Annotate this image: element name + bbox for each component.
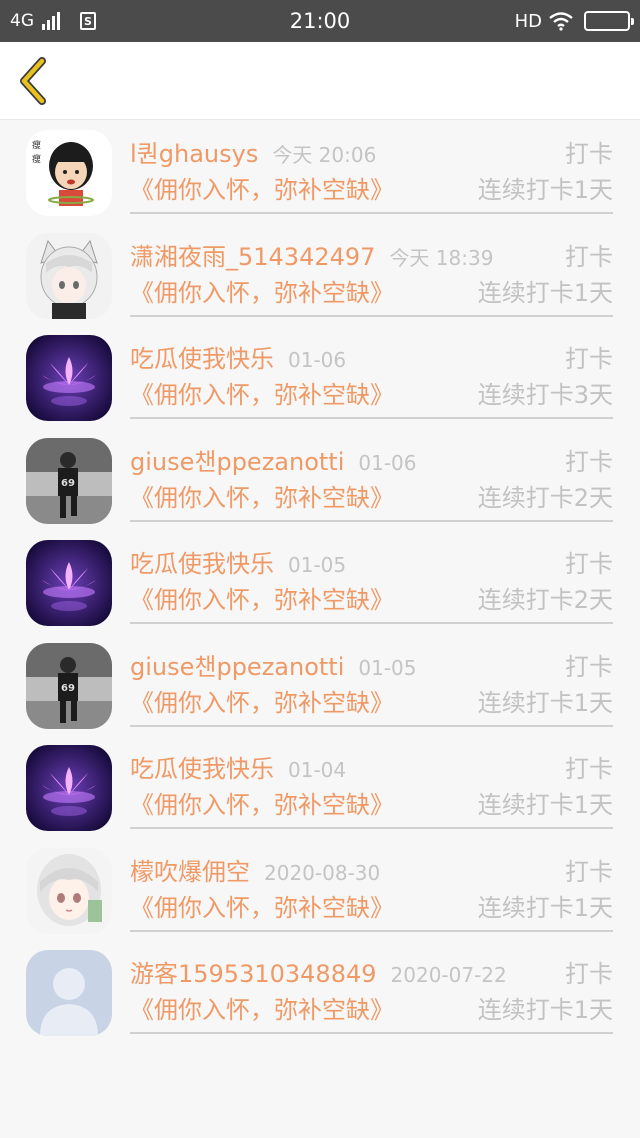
user-name[interactable]: 檬吹爆佣空 2020-08-30 <box>130 854 380 891</box>
checkin-label: 打卡 <box>565 857 613 886</box>
list-item[interactable]: 69 giuse챈ppezanotti 01-05 打卡《佣你入怀，弥补空缺》 连续打卡… <box>0 642 640 746</box>
book-title[interactable]: 《佣你入怀，弥补空缺》 <box>130 992 394 1028</box>
status-bar: 4G S 21:00 HD <box>0 0 640 42</box>
avatar[interactable] <box>26 540 112 626</box>
user-name[interactable]: 吃瓜使我快乐 01-04 <box>130 751 346 788</box>
book-title[interactable]: 《佣你入怀，弥补空缺》 <box>130 377 394 413</box>
avatar[interactable]: 瘦瘦 <box>26 130 112 216</box>
svg-text:69: 69 <box>61 478 75 489</box>
user-name[interactable]: 潇湘夜雨_514342497 今天 18:39 <box>130 239 493 276</box>
streak-label: 连续打卡1天 <box>477 893 613 922</box>
user-name-label: 吃瓜使我快乐 <box>130 345 274 373</box>
checkin-date: 2020-07-22 <box>390 963 507 987</box>
user-name-label: 潇湘夜雨_514342497 <box>130 242 376 271</box>
svg-text:瘦: 瘦 <box>32 153 41 165</box>
book-title[interactable]: 《佣你入怀，弥补空缺》 <box>130 480 394 516</box>
streak-label: 连续打卡3天 <box>477 381 613 409</box>
svg-text:69: 69 <box>61 683 75 694</box>
checkin-date: 今天 20:06 <box>272 143 377 167</box>
status-right: HD <box>514 0 634 42</box>
user-name-label: 檬吹爆佣空 <box>130 857 250 886</box>
list-item[interactable]: 吃瓜使我快乐 01-04 打卡《佣你入怀，弥补空缺》 连续打卡1天 <box>0 745 640 848</box>
streak-label: 连续打卡2天 <box>477 483 613 512</box>
book-title[interactable]: 《佣你入怀，弥补空缺》 <box>130 787 394 823</box>
streak-label: 连续打卡1天 <box>477 996 613 1024</box>
checkin-date: 2020-08-30 <box>264 860 381 885</box>
list-item[interactable]: 潇湘夜雨_514342497 今天 18:39 打卡《佣你入怀，弥补空缺》 连续打卡1… <box>0 232 640 336</box>
user-name[interactable]: l퀀ghausys 今天 20:06 <box>130 136 376 173</box>
avatar[interactable] <box>26 335 112 421</box>
user-name[interactable]: 游客1595310348849 2020-07-22 <box>130 956 507 993</box>
item-info: 游客1595310348849 2020-07-22 打卡《佣你入怀，弥补空缺》 连续… <box>130 950 613 1034</box>
streak-label: 连续打卡1天 <box>477 688 613 717</box>
item-info: 吃瓜使我快乐 01-04 打卡《佣你入怀，弥补空缺》 连续打卡1天 <box>130 745 613 829</box>
checkin-label: 打卡 <box>565 447 613 476</box>
streak-label: 连续打卡2天 <box>477 586 613 614</box>
chevron-left-icon <box>20 57 46 105</box>
nav-bar <box>0 42 640 120</box>
user-name[interactable]: giuse챈ppezanotti 01-06 <box>130 444 417 481</box>
checkin-label: 打卡 <box>565 140 613 168</box>
checkin-label: 打卡 <box>565 652 613 681</box>
list-item[interactable]: 檬吹爆佣空 2020-08-30 打卡《佣你入怀，弥补空缺》 连续打卡1天 <box>0 847 640 951</box>
checkin-date: 01-05 <box>288 553 347 577</box>
list-item[interactable]: 瘦瘦 l퀀ghausys 今天 20:06 打卡《佣你入怀，弥补空缺》 连续打卡1天 <box>0 130 640 233</box>
user-name-label: 游客1595310348849 <box>130 960 377 988</box>
checkin-label: 打卡 <box>565 960 613 988</box>
checkin-date: 01-04 <box>288 758 347 782</box>
checkin-date: 01-05 <box>358 655 417 680</box>
item-info: 檬吹爆佣空 2020-08-30 打卡《佣你入怀，弥补空缺》 连续打卡1天 <box>130 848 613 932</box>
user-name[interactable]: 吃瓜使我快乐 01-05 <box>130 546 346 583</box>
book-title[interactable]: 《佣你入怀，弥补空缺》 <box>130 685 394 721</box>
checkin-date: 01-06 <box>288 348 347 372</box>
hd-label: HD <box>514 10 542 32</box>
item-info: l퀀ghausys 今天 20:06 打卡《佣你入怀，弥补空缺》 连续打卡1天 <box>130 130 613 214</box>
item-info: giuse챈ppezanotti 01-05 打卡《佣你入怀，弥补空缺》 连续打卡1天 <box>130 643 613 727</box>
streak-label: 连续打卡1天 <box>477 791 613 819</box>
avatar[interactable] <box>26 847 112 934</box>
checkin-label: 打卡 <box>565 550 613 578</box>
wifi-icon <box>549 12 573 31</box>
checkin-list: 瘦瘦 l퀀ghausys 今天 20:06 打卡 《佣你入怀，弥补空缺》 连续打卡1天 潇湘… <box>0 130 640 1053</box>
avatar[interactable]: 69 <box>26 642 112 729</box>
user-name[interactable]: giuse챈ppezanotti 01-05 <box>130 649 417 686</box>
avatar[interactable] <box>26 232 112 319</box>
list-item[interactable]: 游客1595310348849 2020-07-22 打卡《佣你入怀，弥补空缺》 连续… <box>0 950 640 1053</box>
user-name-label: l퀀ghausys <box>130 140 259 168</box>
book-title[interactable]: 《佣你入怀，弥补空缺》 <box>130 275 394 311</box>
book-title[interactable]: 《佣你入怀，弥补空缺》 <box>130 172 394 208</box>
checkin-date: 今天 18:39 <box>389 245 494 270</box>
back-button[interactable] <box>14 56 54 106</box>
book-title[interactable]: 《佣你入怀，弥补空缺》 <box>130 582 394 618</box>
streak-label: 连续打卡1天 <box>477 176 613 204</box>
user-name[interactable]: 吃瓜使我快乐 01-06 <box>130 341 346 378</box>
user-name-label: giuse챈ppezanotti <box>130 652 345 681</box>
user-name-label: 吃瓜使我快乐 <box>130 550 274 578</box>
avatar[interactable] <box>26 745 112 831</box>
checkin-date: 01-06 <box>358 450 417 475</box>
checkin-label: 打卡 <box>565 345 613 373</box>
item-info: 潇湘夜雨_514342497 今天 18:39 打卡《佣你入怀，弥补空缺》 连续打卡1… <box>130 233 613 317</box>
list-item[interactable]: 69 giuse챈ppezanotti 01-06 打卡《佣你入怀，弥补空缺》 连续打卡… <box>0 437 640 541</box>
avatar[interactable] <box>26 950 112 1036</box>
item-info: 吃瓜使我快乐 01-06 打卡《佣你入怀，弥补空缺》 连续打卡3天 <box>130 335 613 419</box>
checkin-label: 打卡 <box>565 755 613 783</box>
battery-icon <box>584 11 634 31</box>
book-title[interactable]: 《佣你入怀，弥补空缺》 <box>130 890 394 926</box>
user-name-label: giuse챈ppezanotti <box>130 447 345 476</box>
list-item[interactable]: 吃瓜使我快乐 01-06 打卡《佣你入怀，弥补空缺》 连续打卡3天 <box>0 335 640 438</box>
avatar[interactable]: 69 <box>26 437 112 524</box>
item-info: 吃瓜使我快乐 01-05 打卡《佣你入怀，弥补空缺》 连续打卡2天 <box>130 540 613 624</box>
checkin-label: 打卡 <box>565 242 613 271</box>
list-item[interactable]: 吃瓜使我快乐 01-05 打卡《佣你入怀，弥补空缺》 连续打卡2天 <box>0 540 640 643</box>
user-name-label: 吃瓜使我快乐 <box>130 755 274 783</box>
streak-label: 连续打卡1天 <box>477 278 613 307</box>
svg-text:瘦: 瘦 <box>32 139 41 151</box>
item-info: giuse챈ppezanotti 01-06 打卡《佣你入怀，弥补空缺》 连续打卡2天 <box>130 438 613 522</box>
